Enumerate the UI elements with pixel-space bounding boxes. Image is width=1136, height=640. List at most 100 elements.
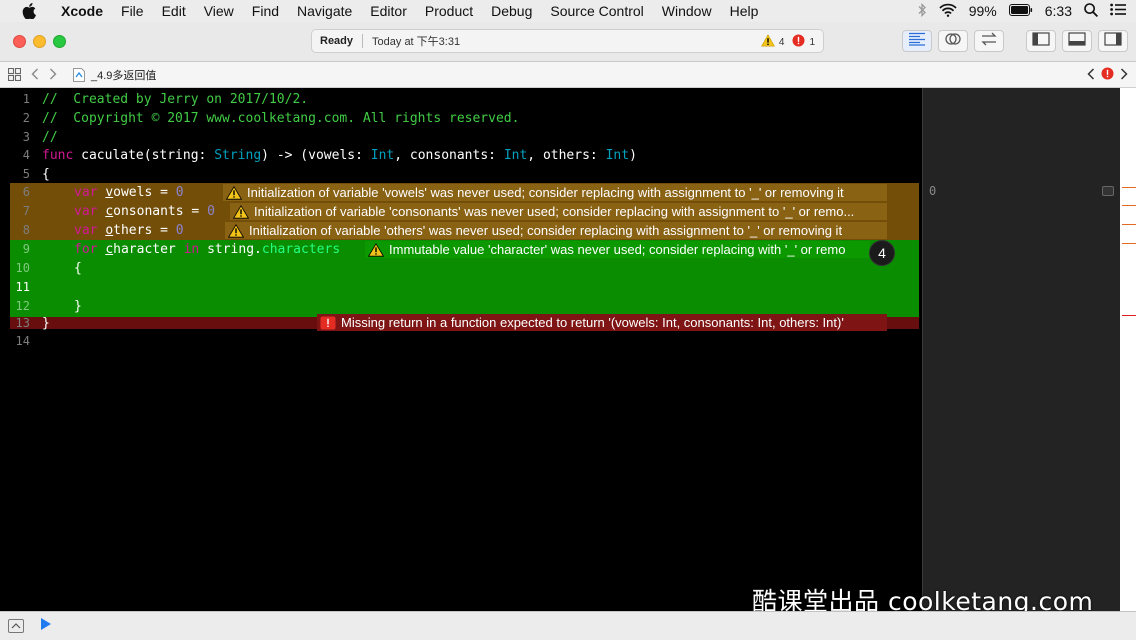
version-editor-button[interactable] [974, 30, 1004, 52]
function-signature: caculate(string: [73, 148, 215, 163]
error-message: Missing return in a function expected to… [341, 315, 844, 330]
breadcrumb-file[interactable]: _4.9多返回值 [91, 67, 156, 83]
assign: = [152, 223, 176, 238]
for-loop: for character in string.characters [74, 240, 340, 259]
warning-triangle-icon [225, 185, 243, 201]
inline-warning[interactable]: Initialization of variable 'consonants' … [230, 203, 887, 220]
error-issue-icon[interactable] [1101, 67, 1114, 83]
result-value[interactable]: 0 [929, 184, 936, 198]
error-marker[interactable] [1122, 315, 1136, 316]
inline-warning[interactable]: Initialization of variable 'others' was … [225, 222, 887, 239]
back-chevron-icon[interactable] [31, 67, 39, 83]
error-count: 1 [809, 36, 815, 48]
variable-first-char: o [105, 223, 114, 238]
warning-message: Initialization of variable 'vowels' was … [247, 185, 844, 200]
menu-view[interactable]: View [195, 3, 243, 19]
warning-marker[interactable] [1122, 224, 1136, 225]
menu-bar: Xcode File Edit View Find Navigate Edito… [0, 0, 1136, 22]
selection-count-badge: 4 [869, 240, 895, 266]
notification-center-icon[interactable] [1110, 3, 1126, 19]
code-line: 11 [0, 278, 922, 297]
menu-file[interactable]: File [112, 3, 153, 19]
zoom-window-button[interactable] [53, 35, 66, 48]
number-literal: 0 [207, 204, 215, 219]
warning-marker[interactable] [1122, 187, 1136, 188]
issue-scroll-strip[interactable] [1120, 88, 1136, 611]
menu-source-control[interactable]: Source Control [541, 3, 652, 19]
menu-debug[interactable]: Debug [482, 3, 541, 19]
warning-triangle-icon [227, 223, 245, 239]
line-number[interactable]: 3 [0, 128, 30, 147]
line-number[interactable]: 8 [0, 221, 30, 240]
error-circle-icon [792, 34, 805, 50]
standard-editor-button[interactable] [902, 30, 932, 52]
apple-menu-icon[interactable] [18, 3, 40, 19]
variable-first-char: c [105, 242, 114, 257]
line-number[interactable]: 7 [0, 202, 30, 221]
wifi-icon[interactable] [939, 3, 957, 20]
warning-marker[interactable] [1122, 243, 1136, 244]
line-number[interactable]: 14 [0, 332, 30, 351]
run-playground-icon[interactable] [40, 617, 52, 636]
warning-triangle-icon [367, 242, 385, 258]
type-name: Int [605, 148, 630, 163]
variable-first-char: v [105, 185, 114, 200]
quick-look-icon[interactable] [1102, 186, 1114, 196]
minimize-window-button[interactable] [33, 35, 46, 48]
keyword: var [74, 223, 98, 238]
hide-debug-area-icon[interactable] [8, 619, 24, 633]
menu-find[interactable]: Find [243, 3, 288, 19]
issue-counts[interactable]: 4 1 [760, 34, 815, 50]
spotlight-search-icon[interactable] [1084, 2, 1099, 20]
close-brace: } [42, 316, 50, 331]
inline-error[interactable]: Missing return in a function expected to… [317, 314, 887, 331]
code-line: 10 { [0, 259, 922, 278]
line-number[interactable]: 13 [0, 314, 30, 333]
bluetooth-icon[interactable] [917, 2, 927, 20]
toggle-utilities-button[interactable] [1098, 30, 1128, 52]
menu-xcode[interactable]: Xcode [52, 3, 112, 19]
menu-navigate[interactable]: Navigate [288, 3, 361, 19]
warning-marker[interactable] [1122, 205, 1136, 206]
battery-icon[interactable] [1008, 3, 1033, 19]
issue-navigator [1087, 67, 1128, 83]
forward-chevron-icon[interactable] [49, 67, 57, 83]
line-number[interactable]: 2 [0, 109, 30, 128]
keyword: func [42, 148, 74, 163]
next-issue-icon[interactable] [1120, 67, 1128, 83]
assign: = [152, 185, 176, 200]
assistant-editor-button[interactable] [938, 30, 968, 52]
clock[interactable]: 6:33 [1045, 3, 1072, 19]
menu-window[interactable]: Window [653, 3, 721, 19]
menu-edit[interactable]: Edit [153, 3, 195, 19]
var-declaration: var others = 0 [74, 221, 184, 240]
playground-file-icon [73, 67, 85, 82]
menu-help[interactable]: Help [721, 3, 768, 19]
menu-editor[interactable]: Editor [361, 3, 416, 19]
toggle-navigator-button[interactable] [1026, 30, 1056, 52]
build-time: Today at 下午3:31 [372, 36, 461, 48]
code-line: 14 [0, 332, 922, 351]
inline-warning[interactable]: Initialization of variable 'vowels' was … [223, 184, 887, 201]
inline-warning[interactable]: Immutable value 'character' was never us… [365, 241, 870, 258]
line-number[interactable]: 10 [0, 259, 30, 278]
open-brace: { [74, 261, 82, 276]
close-window-button[interactable] [13, 35, 26, 48]
warning-message: Initialization of variable 'consonants' … [254, 204, 855, 219]
toggle-debug-area-button[interactable] [1062, 30, 1092, 52]
line-number[interactable]: 4 [0, 146, 30, 165]
line-number[interactable]: 1 [0, 90, 30, 109]
menu-product[interactable]: Product [416, 3, 482, 19]
line-number[interactable]: 11 [0, 278, 30, 297]
source-editor[interactable]: 1 // Created by Jerry on 2017/10/2. 2 //… [0, 88, 922, 611]
line-number[interactable]: 6 [0, 183, 30, 202]
code-comment: // Created by Jerry on 2017/10/2. [42, 92, 309, 107]
warning-message: Immutable value 'character' was never us… [389, 242, 846, 257]
line-number[interactable]: 5 [0, 165, 30, 184]
assign: = [183, 204, 208, 219]
type-name: Int [503, 148, 528, 163]
line-number[interactable]: 9 [0, 240, 30, 259]
tuple-close: ) [629, 148, 637, 163]
related-items-grid-icon[interactable] [8, 68, 21, 81]
previous-issue-icon[interactable] [1087, 67, 1095, 83]
